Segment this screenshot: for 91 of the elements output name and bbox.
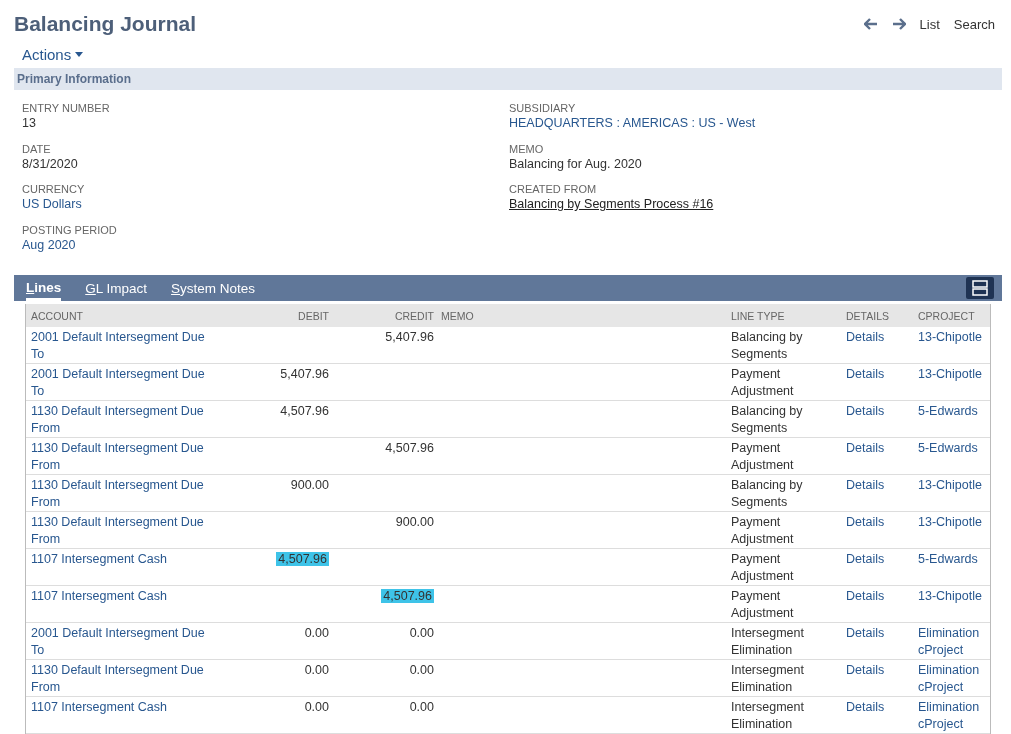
credit-amount: 900.00 — [395, 515, 434, 529]
back-arrow-icon[interactable] — [863, 18, 878, 30]
project-link[interactable]: 13-Chipotle — [918, 329, 982, 346]
column-header: DETAILS — [845, 309, 890, 322]
column-header: CREDIT — [393, 309, 435, 322]
project-link[interactable]: Elimination cProject — [918, 662, 988, 696]
nav-link[interactable]: List — [919, 16, 940, 32]
field-value: Balancing for Aug. 2020 — [509, 155, 643, 172]
account-link[interactable]: 1107 Intersegment Cash — [31, 699, 167, 716]
details-link[interactable]: Details — [846, 478, 885, 492]
account-link[interactable]: 1107 Intersegment Cash — [31, 588, 167, 605]
field-value: 13 — [22, 115, 37, 131]
field-link[interactable]: Balancing by Segments Process #16 — [509, 196, 994, 212]
column-header: MEMO — [440, 309, 475, 322]
details-link[interactable]: Details — [846, 589, 885, 603]
account-link[interactable]: 1130 Default Intersegment Due From — [31, 477, 211, 511]
field-link[interactable]: HEADQUARTERS : AMERICAS : US - West — [509, 115, 994, 131]
line-type: Balancing by Segments — [731, 329, 804, 363]
caret-icon — [75, 52, 84, 57]
account-link[interactable]: 1130 Default Intersegment Due From — [31, 403, 211, 437]
field-label: CURRENCY — [22, 182, 86, 196]
project-link[interactable]: 13-Chipotle — [918, 514, 982, 531]
details-link[interactable]: Details — [846, 663, 885, 677]
field-label: DATE — [22, 141, 52, 156]
details-link[interactable]: Details — [846, 441, 885, 455]
account-link[interactable]: 2001 Default Intersegment Due To — [31, 329, 211, 363]
account-link[interactable]: 1130 Default Intersegment Due From — [31, 514, 211, 548]
debit-amount: 0.00 — [304, 626, 329, 640]
credit-amount: 0.00 — [409, 663, 434, 677]
tab[interactable]: Lines — [26, 275, 62, 301]
field-label: CREATED FROM — [509, 182, 598, 196]
tab[interactable]: System Notes — [171, 275, 256, 301]
project-link[interactable]: 5-Edwards — [918, 551, 978, 568]
credit-amount: 4,507.96 — [385, 441, 434, 455]
column-header: CPROJECT — [917, 309, 976, 322]
section-header: Primary Information — [14, 68, 1002, 90]
debit-amount: 4,507.96 — [280, 404, 329, 418]
line-type: Payment Adjustment — [731, 551, 795, 585]
forward-arrow-icon[interactable] — [891, 18, 906, 30]
field-link[interactable]: US Dollars — [22, 196, 509, 212]
details-link[interactable]: Details — [846, 626, 885, 640]
line-type: Payment Adjustment — [731, 514, 795, 548]
debit-amount: 5,407.96 — [280, 367, 329, 381]
debit-amount: 900.00 — [290, 478, 329, 492]
field-value: 8/31/2020 — [22, 155, 79, 172]
project-link[interactable]: 13-Chipotle — [918, 588, 982, 605]
page-title: Balancing Journal — [14, 12, 197, 36]
line-type: Intersegment Elimination — [731, 625, 805, 659]
details-link[interactable]: Details — [846, 404, 885, 418]
line-type: Intersegment Elimination — [731, 662, 805, 696]
field-label: POSTING PERIOD — [22, 222, 118, 237]
account-link[interactable]: 1130 Default Intersegment Due From — [31, 662, 211, 696]
actions-menu[interactable]: Actions — [22, 46, 84, 63]
account-link[interactable]: 1130 Default Intersegment Due From — [31, 440, 211, 474]
column-header: LINE TYPE — [730, 309, 786, 322]
column-header: ACCOUNT — [30, 309, 84, 322]
credit-amount: 0.00 — [409, 626, 434, 640]
account-link[interactable]: 2001 Default Intersegment Due To — [31, 625, 211, 659]
tab[interactable]: GL Impact — [85, 275, 148, 301]
field-label: SUBSIDIARY — [509, 101, 577, 115]
details-link[interactable]: Details — [846, 515, 885, 529]
line-type: Balancing by Segments — [731, 477, 804, 511]
details-link[interactable]: Details — [846, 330, 885, 344]
debit-amount: 0.00 — [304, 700, 329, 714]
details-link[interactable]: Details — [846, 700, 885, 714]
credit-amount: 5,407.96 — [385, 330, 434, 344]
account-link[interactable]: 1107 Intersegment Cash — [31, 551, 167, 568]
layout-toggle-icon[interactable] — [966, 277, 994, 299]
field-label: ENTRY NUMBER — [22, 101, 111, 115]
details-link[interactable]: Details — [846, 552, 885, 566]
project-link[interactable]: 5-Edwards — [918, 440, 978, 457]
project-link[interactable]: Elimination cProject — [918, 699, 988, 733]
debit-amount: 0.00 — [304, 663, 329, 677]
account-link[interactable]: 2001 Default Intersegment Due To — [31, 366, 211, 400]
credit-amount: 4,507.96 — [381, 589, 434, 603]
line-type: Balancing by Segments — [731, 403, 804, 437]
nav-link[interactable]: Search — [953, 16, 995, 32]
field-link[interactable]: Aug 2020 — [22, 236, 509, 253]
line-type: Intersegment Elimination — [731, 699, 805, 733]
line-type: Payment Adjustment — [731, 366, 795, 400]
project-link[interactable]: 13-Chipotle — [918, 366, 982, 383]
debit-amount: 4,507.96 — [276, 552, 329, 566]
project-link[interactable]: Elimination cProject — [918, 625, 988, 659]
credit-amount: 0.00 — [409, 700, 434, 714]
field-label: MEMO — [509, 141, 545, 156]
line-type: Payment Adjustment — [731, 440, 795, 474]
project-link[interactable]: 5-Edwards — [918, 403, 978, 420]
column-header: DEBIT — [297, 309, 330, 322]
project-link[interactable]: 13-Chipotle — [918, 477, 982, 494]
details-link[interactable]: Details — [846, 367, 885, 381]
line-type: Payment Adjustment — [731, 588, 795, 622]
